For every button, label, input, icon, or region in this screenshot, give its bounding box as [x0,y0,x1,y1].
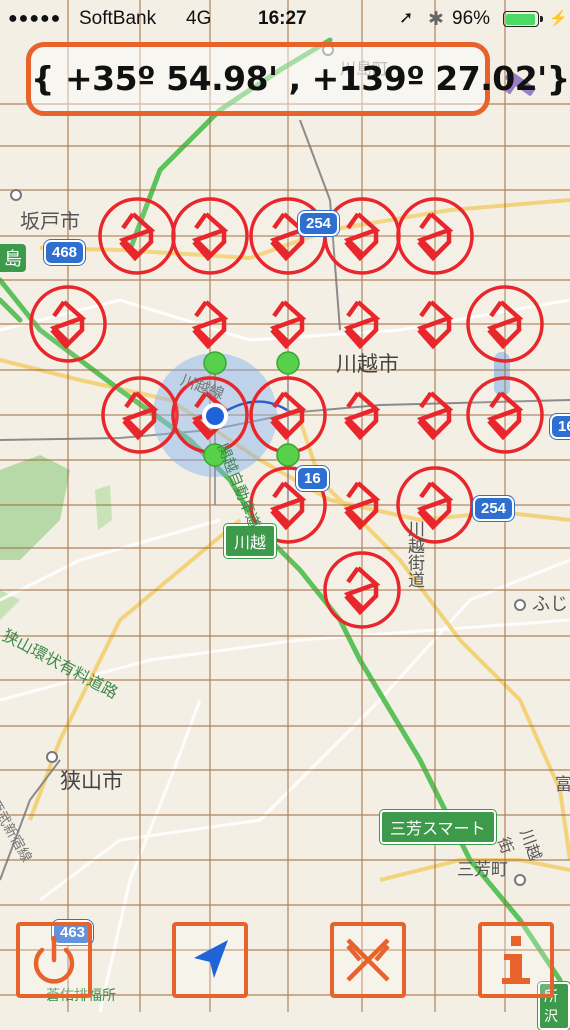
marker-circled[interactable] [466,376,544,454]
marker-circled[interactable] [396,197,474,275]
marker-circled[interactable] [29,285,107,363]
map-label-sayama-city: 狭山市 [60,770,123,793]
cross-cut-icon [346,938,390,982]
map-label-kawagoe-kaido: 川越街道 [405,520,424,588]
marker-circled[interactable] [171,197,249,275]
poi-dot [514,599,526,611]
bluetooth-icon: ✱ [428,9,444,30]
map-label-fujimi: ふじ [532,594,568,614]
status-bar: ●●●●● SoftBank 4G 16:27 ➚ ✱ 96% ⚡ [0,0,570,38]
battery-icon [503,11,543,27]
map-label-sakado: 坂戸市 [20,211,80,233]
pin-head[interactable] [276,351,300,375]
pin-head[interactable] [203,351,227,375]
charging-icon: ⚡ [549,10,568,27]
route-16-shield: 16 [296,466,329,491]
route-16-edge-shield: 16 [550,414,570,439]
marker-circled[interactable] [323,197,401,275]
marker-circled[interactable] [249,376,327,454]
signal-strength: ●●●●● [8,10,62,27]
map-label-tomi: 富 [555,775,570,794]
carrier-name: SoftBank [79,8,157,29]
pin-head[interactable] [276,443,300,467]
location-button[interactable] [172,922,248,998]
network-type: 4G [186,8,212,29]
poi-dot [46,751,58,763]
poi-dot [514,874,526,886]
marker-circled[interactable] [466,285,544,363]
map-label-shima: 島 [0,244,26,272]
info-button[interactable] [478,922,554,998]
route-254-right-shield: 254 [473,496,515,521]
power-icon [33,935,75,984]
map-label-kawagoe-city: 川越市 [336,353,399,376]
poi-dot [10,189,22,201]
marker-circled[interactable] [98,197,176,275]
clear-button[interactable] [330,922,406,998]
route-254-shield: 254 [298,211,340,236]
battery-percent: 96% [452,8,491,29]
route-468-shield: 468 [44,240,86,265]
marker-circled[interactable] [323,551,401,629]
miyoshi-smart-sign: 三芳スマート [380,810,496,844]
clock: 16:27 [258,8,307,29]
power-button[interactable] [16,922,92,998]
info-icon [502,936,530,984]
marker-circled[interactable] [101,376,179,454]
location-arrow-icon: ➚ [399,8,414,27]
current-location-dot [202,403,228,429]
coordinate-display: { +35º 54.98' , +139º 27.02'} [26,42,570,116]
location-arrow-icon [194,940,228,978]
